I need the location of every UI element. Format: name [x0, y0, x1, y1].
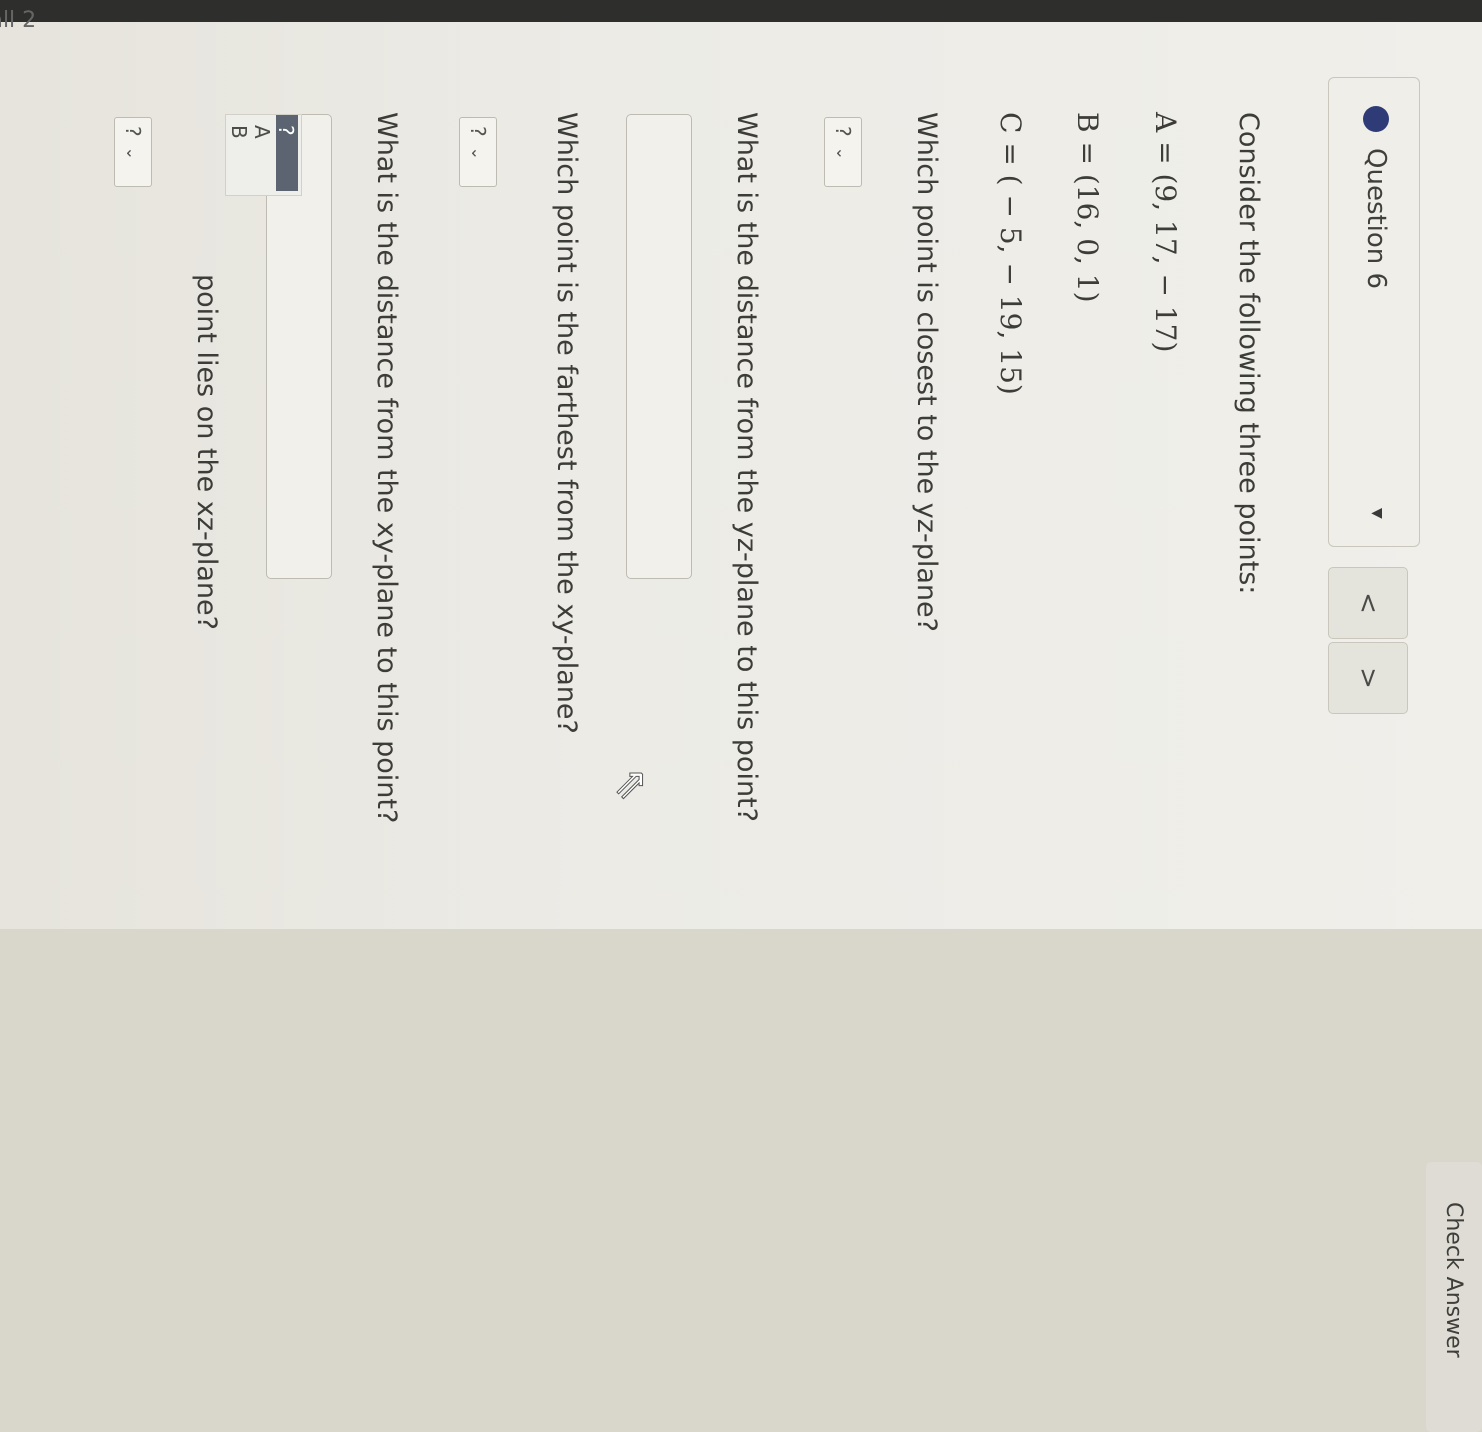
- select-value: ?: [121, 126, 145, 137]
- check-answer-button[interactable]: Check Answer: [1426, 1162, 1482, 1432]
- caret-down-icon: ▼: [1369, 508, 1385, 519]
- dropdown-menu[interactable]: ? A B: [225, 114, 302, 196]
- status-dot-icon: [1363, 106, 1389, 132]
- edge-text: Fall 2: [0, 8, 37, 34]
- question-selector[interactable]: Question 6 ▼: [1328, 77, 1420, 547]
- question-distance-yz: What is the distance from the yz-plane t…: [731, 112, 762, 822]
- question-title: Question 6: [1361, 148, 1391, 290]
- farthest-xy-select[interactable]: ? ⌄: [459, 117, 497, 187]
- point-b: B = (16, 0, 1): [1071, 112, 1104, 303]
- question-page: Check Answer Question 6 ▼ < > Consider t…: [0, 8, 1482, 1432]
- xz-plane-select[interactable]: ? ⌄: [114, 117, 152, 187]
- closest-yz-select[interactable]: ? ⌄: [824, 117, 862, 187]
- chevron-down-icon: ⌄: [833, 146, 853, 161]
- point-c: C = ( − 5, − 19, 15): [994, 112, 1027, 395]
- browser-top-edge: [0, 0, 1482, 22]
- question-distance-xy: What is the distance from the xy-plane t…: [371, 112, 402, 824]
- dropdown-option-a[interactable]: A: [250, 115, 274, 191]
- dropdown-option-b[interactable]: B: [227, 115, 251, 191]
- prompt-text: Consider the following three points:: [1233, 112, 1264, 595]
- select-value: ?: [466, 126, 490, 137]
- chevron-down-icon: ⌄: [123, 146, 143, 161]
- point-a: A = (9, 17, − 17): [1149, 112, 1182, 353]
- select-value: ?: [831, 126, 855, 137]
- dropdown-option-placeholder[interactable]: ?: [274, 115, 298, 191]
- question-farthest-xy: Which point is the farthest from the xy-…: [551, 112, 582, 734]
- mouse-cursor-icon: ⇖: [608, 767, 658, 803]
- question-xz-plane: point lies on the xz-plane?: [191, 274, 222, 630]
- distance-yz-input[interactable]: [626, 114, 692, 579]
- chevron-down-icon: ⌄: [468, 146, 488, 161]
- previous-question-button[interactable]: <: [1328, 567, 1408, 639]
- next-question-button[interactable]: >: [1328, 642, 1408, 714]
- question-closest-yz: Which point is closest to the yz-plane?: [911, 112, 942, 632]
